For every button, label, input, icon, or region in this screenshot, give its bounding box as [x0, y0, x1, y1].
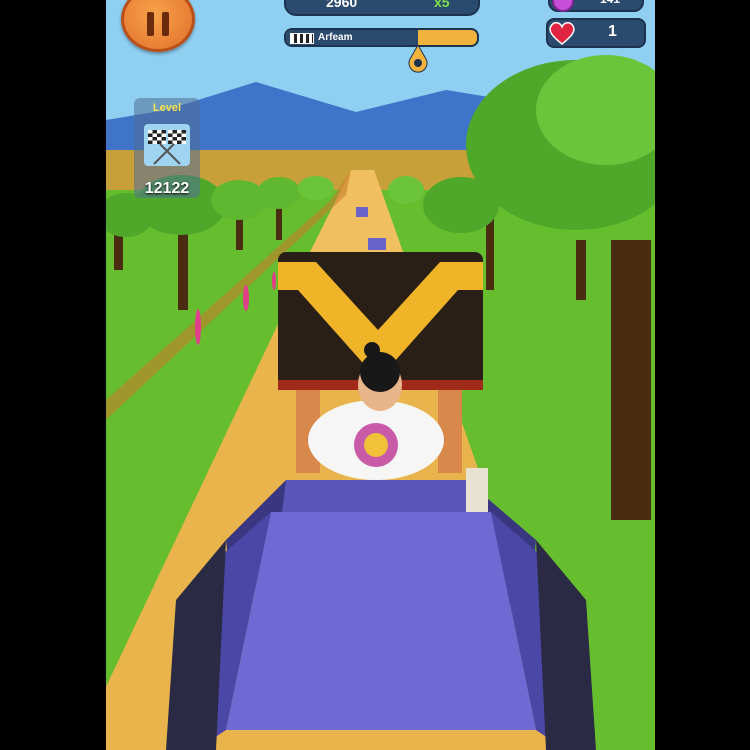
checkered-flags-icon [144, 124, 190, 166]
gem-count: 141 [600, 0, 620, 6]
level-badge: Level 12122 [134, 98, 200, 198]
level-progress-bar: Arfeam [284, 28, 479, 47]
level-number: 12122 [144, 180, 190, 197]
pause-icon [147, 12, 154, 36]
progress-player-name: Arfeam [318, 32, 353, 43]
lives-count: 1 [608, 23, 617, 40]
level-label: Level [152, 102, 182, 114]
game-screen: 2960 x5 141 1 Arfeam Level [106, 0, 655, 750]
checkered-flag-icon [290, 33, 314, 44]
heart-icon [549, 22, 575, 45]
multiplier-value: x5 [434, 0, 450, 10]
lives-counter: 1 [546, 18, 646, 48]
gem-icon [552, 0, 574, 12]
score-value: 2960 [326, 0, 358, 10]
gem-counter: 141 [548, 0, 644, 12]
score-panel: 2960 x5 [284, 0, 480, 16]
progress-marker-icon [408, 45, 428, 73]
